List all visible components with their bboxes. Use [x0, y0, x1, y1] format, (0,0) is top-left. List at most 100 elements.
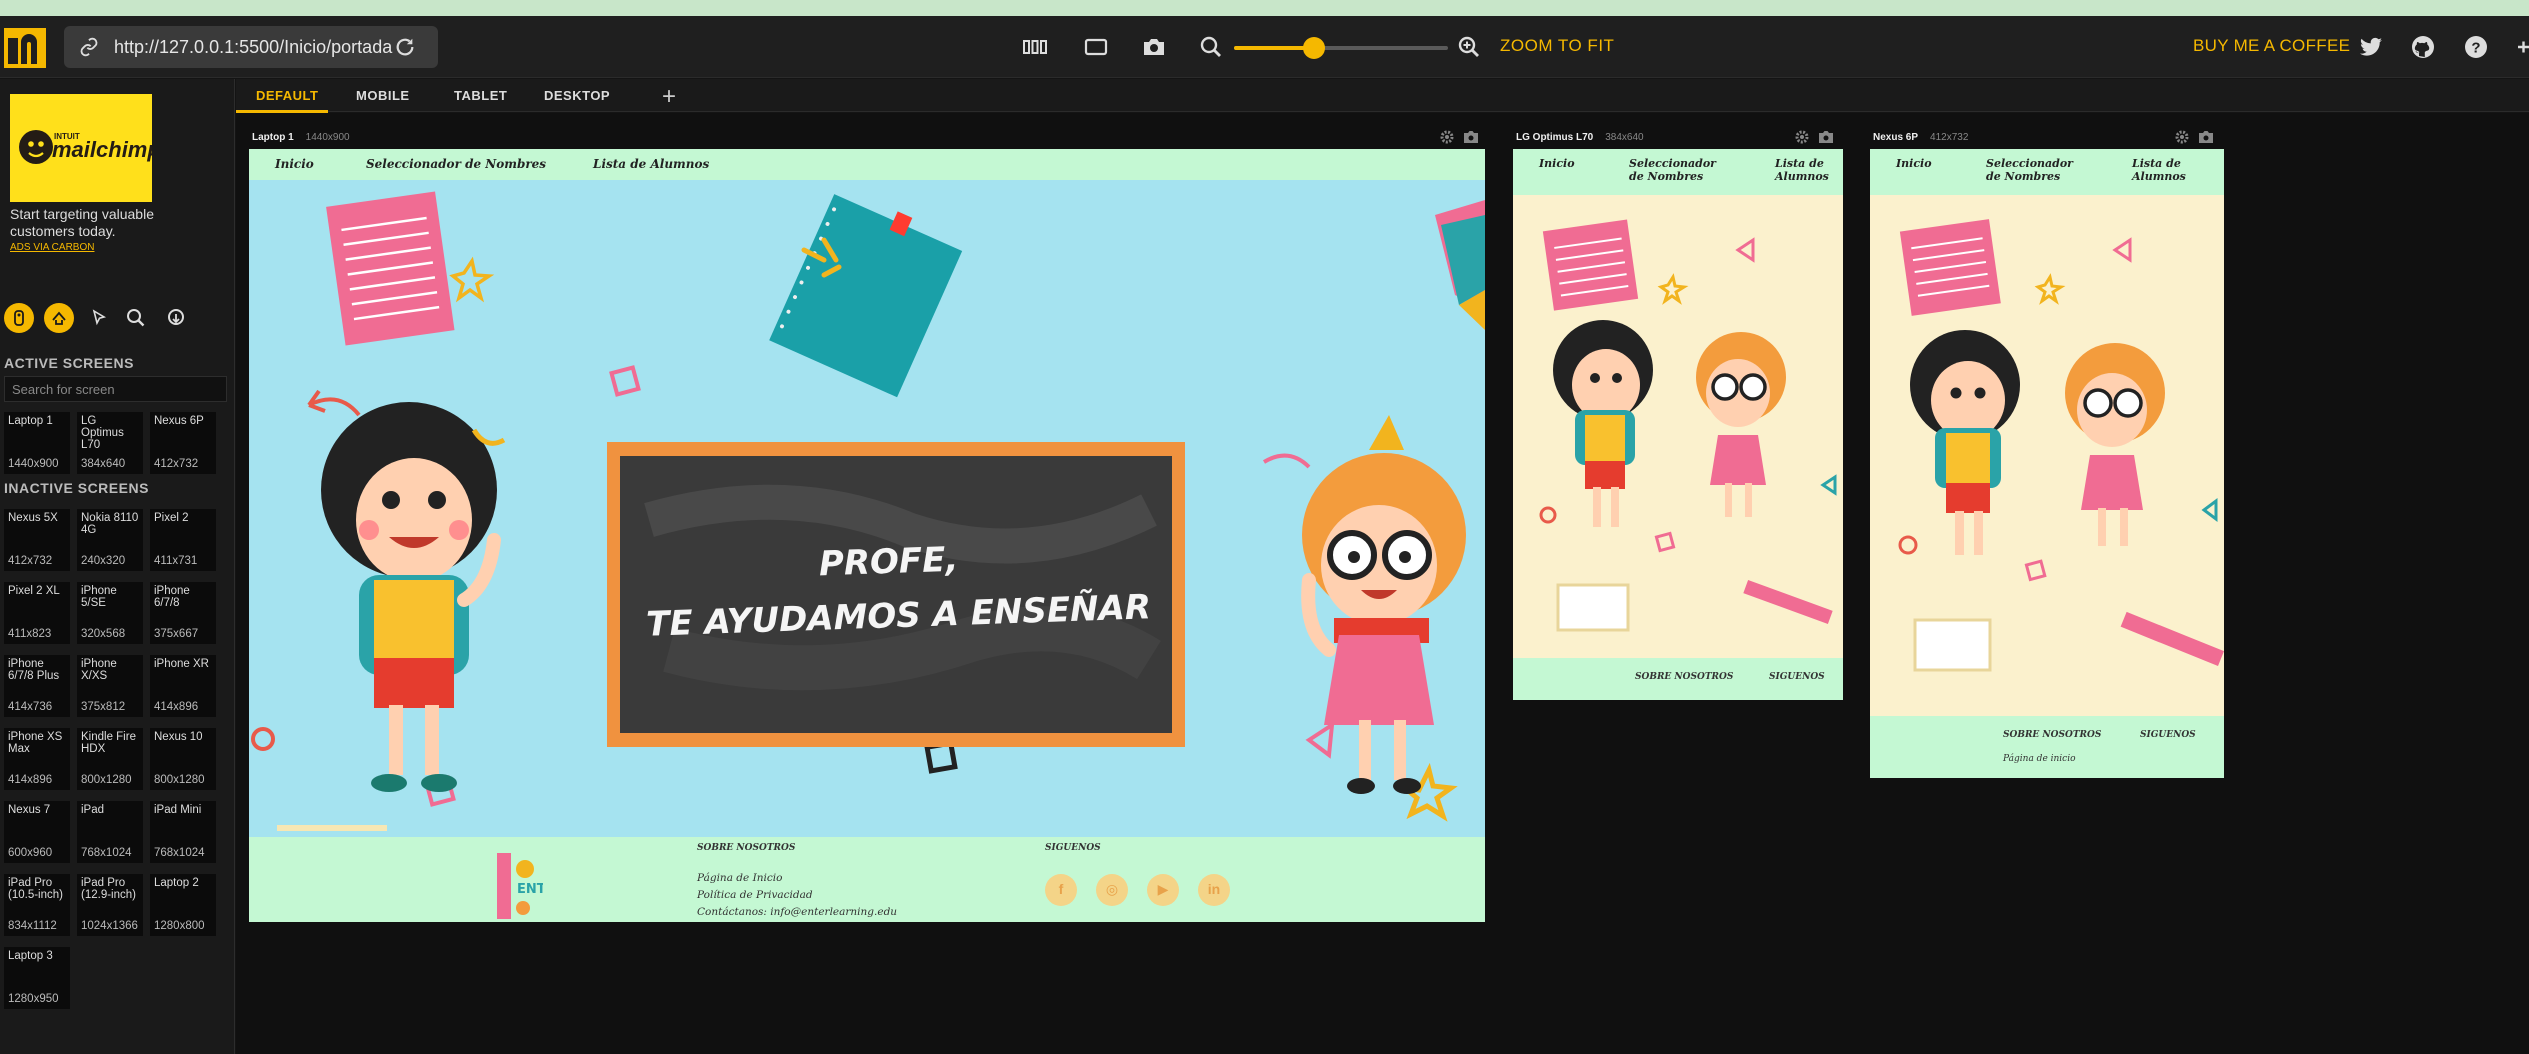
- buy-me-a-coffee-link[interactable]: BUY ME A COFFEE: [2193, 36, 2350, 56]
- device-tile[interactable]: Nexus 10 800x1280: [150, 728, 216, 790]
- svg-text:ENTER: ENTER: [517, 882, 543, 897]
- ad-banner[interactable]: INTUIT mailchimp: [10, 94, 161, 202]
- device-tile-name: iPhone 6/7/8: [154, 585, 190, 609]
- screen-search-input[interactable]: Search for screen: [4, 376, 227, 402]
- linkedin-icon[interactable]: in: [1198, 874, 1230, 906]
- device-tile[interactable]: Nexus 7 600x960: [4, 801, 70, 863]
- pencil-illustration: [1435, 200, 1485, 330]
- network-tool-button[interactable]: [161, 303, 191, 333]
- device-tile[interactable]: LG Optimus L70 384x640: [77, 412, 143, 474]
- device-tile[interactable]: iPad Pro (12.9-inch) 1024x1366: [77, 874, 143, 936]
- lg-optimus-preview[interactable]: Inicio Seleccionador de Nombres Lista de…: [1513, 149, 1843, 700]
- device-tile[interactable]: iPad Pro (10.5-inch) 834x1112: [4, 874, 70, 936]
- zoom-in-icon[interactable]: [1456, 35, 1482, 59]
- screenshot-camera-icon[interactable]: [1463, 129, 1479, 145]
- device-tile[interactable]: iPad Mini 768x1024: [150, 801, 216, 863]
- url-text[interactable]: http://127.0.0.1:5500/Inicio/portada: [114, 37, 392, 58]
- nav-lista-alumnos[interactable]: Lista de: [2132, 157, 2181, 170]
- device-tile[interactable]: Laptop 1 1440x900: [4, 412, 70, 474]
- ad-text[interactable]: Start targeting valuable customers today…: [10, 206, 220, 240]
- nav-seleccionador[interactable]: Seleccionador de Nombres: [366, 157, 546, 171]
- instagram-icon[interactable]: ◎: [1096, 874, 1128, 906]
- inspect-tool-button[interactable]: [84, 303, 114, 333]
- nexus-6p-preview[interactable]: Inicio Seleccionador de Nombres Lista de…: [1870, 149, 2224, 778]
- camera-icon[interactable]: [1141, 35, 1167, 59]
- footer-link-home[interactable]: Página de Inicio: [697, 872, 782, 884]
- footer-link-privacy[interactable]: Política de Privacidad: [697, 889, 813, 901]
- device-tile-name: Kindle Fire HDX: [81, 731, 136, 755]
- device-tile[interactable]: iPhone 5/SE 320x568: [77, 582, 143, 644]
- nav-inicio[interactable]: Inicio: [1539, 157, 1575, 170]
- nav-inicio[interactable]: Inicio: [1896, 157, 1932, 170]
- device-tile-name: Nexus 7: [8, 804, 51, 816]
- nav-seleccionador[interactable]: Seleccionador: [1986, 157, 2073, 170]
- footer-link-contact[interactable]: Contáctanos: info@enterlearning.edu: [697, 906, 897, 918]
- nav-lista-alumnos[interactable]: Lista de: [1775, 157, 1824, 170]
- enter-logo: ENTER: [497, 853, 543, 919]
- layout-columns-icon[interactable]: [1022, 35, 1048, 59]
- zoom-slider[interactable]: [1234, 37, 1448, 59]
- app-logo-icon[interactable]: [4, 28, 46, 68]
- search-tool-button[interactable]: [121, 303, 151, 333]
- ads-via-carbon-link[interactable]: ADS VIA CARBON: [10, 242, 94, 253]
- help-icon[interactable]: ?: [2463, 35, 2489, 59]
- zoom-out-icon[interactable]: [1198, 35, 1224, 59]
- scroll-sync-button[interactable]: [44, 303, 74, 333]
- device-tile[interactable]: iPhone 6/7/8 Plus 414x736: [4, 655, 70, 717]
- device-tile[interactable]: Pixel 2 XL 411x823: [4, 582, 70, 644]
- tab-mobile[interactable]: MOBILE: [356, 88, 410, 103]
- device-tile-name: iPhone 5/SE: [81, 585, 117, 609]
- device-tile[interactable]: iPhone XR 414x896: [150, 655, 216, 717]
- site-navbar: Inicio Seleccionador de Nombres Lista de…: [249, 149, 1485, 180]
- tab-default[interactable]: DEFAULT: [256, 88, 318, 103]
- github-icon[interactable]: [2410, 35, 2436, 59]
- device-tile[interactable]: Laptop 3 1280x950: [4, 947, 70, 1009]
- url-bar[interactable]: http://127.0.0.1:5500/Inicio/portada: [64, 26, 438, 68]
- hero-illustration: PROFE, TE AYUDAMOS A ENSEÑAR: [251, 191, 1485, 831]
- device-tile[interactable]: Nexus 6P 412x732: [150, 412, 216, 474]
- youtube-icon[interactable]: ▶: [1147, 874, 1179, 906]
- device-tile[interactable]: iPhone XS Max 414x896: [4, 728, 70, 790]
- reload-icon[interactable]: [394, 36, 416, 58]
- board-line-1: PROFE,: [818, 540, 959, 585]
- screenshot-camera-icon[interactable]: [2198, 129, 2214, 145]
- footer-follow-title: SIGUENOS: [1769, 672, 1825, 682]
- single-screen-icon[interactable]: [1083, 35, 1109, 59]
- site-footer: ENTER SOBRE NOSOTROS Página de Inicio Po…: [249, 837, 1485, 922]
- device-tile[interactable]: iPhone 6/7/8 375x667: [150, 582, 216, 644]
- device-tile[interactable]: Nokia 8110 4G 240x320: [77, 509, 143, 571]
- add-tab-button[interactable]: +: [662, 83, 676, 111]
- add-icon[interactable]: [2515, 35, 2529, 59]
- footer-link-home[interactable]: Página de inicio: [2003, 754, 2076, 764]
- screenshot-camera-icon[interactable]: [1818, 129, 1834, 145]
- nav-inicio[interactable]: Inicio: [275, 157, 314, 171]
- gear-icon[interactable]: [2174, 129, 2190, 145]
- device-tile[interactable]: Laptop 2 1280x800: [150, 874, 216, 936]
- touch-tool-button[interactable]: [4, 303, 34, 333]
- nav-lista-alumnos[interactable]: Lista de Alumnos: [593, 157, 709, 171]
- screen-search-placeholder: Search for screen: [12, 382, 115, 397]
- laptop-1-preview[interactable]: Inicio Seleccionador de Nombres Lista de…: [249, 149, 1485, 922]
- device-tile[interactable]: iPad 768x1024: [77, 801, 143, 863]
- gear-icon[interactable]: [1794, 129, 1810, 145]
- zoom-slider-knob[interactable]: [1303, 37, 1325, 59]
- gear-icon[interactable]: [1439, 129, 1455, 145]
- twitter-icon[interactable]: [2358, 35, 2384, 59]
- footer-about-title: SOBRE NOSOTROS: [2003, 730, 2102, 740]
- tab-desktop[interactable]: DESKTOP: [544, 88, 610, 103]
- device-tile[interactable]: Pixel 2 411x731: [150, 509, 216, 571]
- nav-seleccionador[interactable]: Seleccionador: [1629, 157, 1716, 170]
- device-tile[interactable]: Nexus 5X 412x732: [4, 509, 70, 571]
- device-tile-name: iPad: [81, 804, 105, 816]
- device-tile-resolution: 411x823: [8, 628, 52, 640]
- device-tile-resolution: 412x732: [154, 458, 199, 470]
- active-screens-heading: ACTIVE SCREENS: [4, 355, 134, 371]
- tab-tablet[interactable]: TABLET: [454, 88, 507, 103]
- toolbar: http://127.0.0.1:5500/Inicio/portada ZOO…: [0, 16, 2529, 78]
- device-tile-resolution: 414x896: [8, 774, 53, 786]
- zoom-to-fit-button[interactable]: ZOOM TO FIT: [1500, 36, 1614, 56]
- device-tile[interactable]: iPhone X/XS 375x812: [77, 655, 143, 717]
- facebook-icon[interactable]: f: [1045, 874, 1077, 906]
- device-tile-resolution: 375x812: [81, 701, 126, 713]
- device-tile[interactable]: Kindle Fire HDX 800x1280: [77, 728, 143, 790]
